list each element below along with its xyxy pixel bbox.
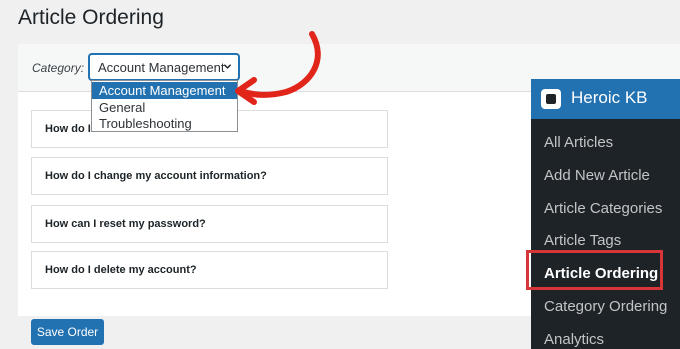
article-row[interactable]: How can I reset my password?: [31, 205, 388, 243]
dropdown-option-general[interactable]: General: [92, 99, 237, 116]
category-select-value: Account Management: [98, 60, 225, 75]
sidebar-item-category-ordering[interactable]: Category Ordering: [544, 298, 667, 315]
dropdown-option-account-management[interactable]: Account Management: [92, 82, 237, 99]
highlight-box: [526, 250, 663, 290]
page-title: Article Ordering: [18, 6, 164, 29]
heroic-kb-logo-icon: [541, 89, 561, 109]
sidebar-item-analytics[interactable]: Analytics: [544, 331, 604, 348]
admin-sidebar: Heroic KB All Articles Add New Article A…: [531, 79, 680, 349]
sidebar-header[interactable]: Heroic KB: [531, 79, 680, 119]
sidebar-item-add-new-article[interactable]: Add New Article: [544, 167, 650, 184]
sidebar-item-article-categories[interactable]: Article Categories: [544, 200, 662, 217]
article-row[interactable]: How do I change my account information?: [31, 157, 388, 195]
category-dropdown: Account Management General Troubleshooti…: [91, 80, 238, 132]
save-order-button[interactable]: Save Order: [31, 319, 104, 345]
dropdown-option-troubleshooting[interactable]: Troubleshooting: [92, 115, 237, 132]
article-row[interactable]: How do I delete my account?: [31, 251, 388, 289]
article-title: How can I reset my password?: [45, 218, 206, 230]
article-title: How do I delete my account?: [45, 264, 197, 276]
sidebar-item-all-articles[interactable]: All Articles: [544, 134, 613, 151]
category-select[interactable]: Account Management: [89, 54, 239, 80]
article-title: How do I change my account information?: [45, 170, 267, 182]
chevron-down-icon: [223, 64, 232, 69]
sidebar-title: Heroic KB: [571, 88, 648, 107]
sidebar-item-article-tags[interactable]: Article Tags: [544, 232, 621, 249]
category-label: Category:: [32, 61, 85, 75]
